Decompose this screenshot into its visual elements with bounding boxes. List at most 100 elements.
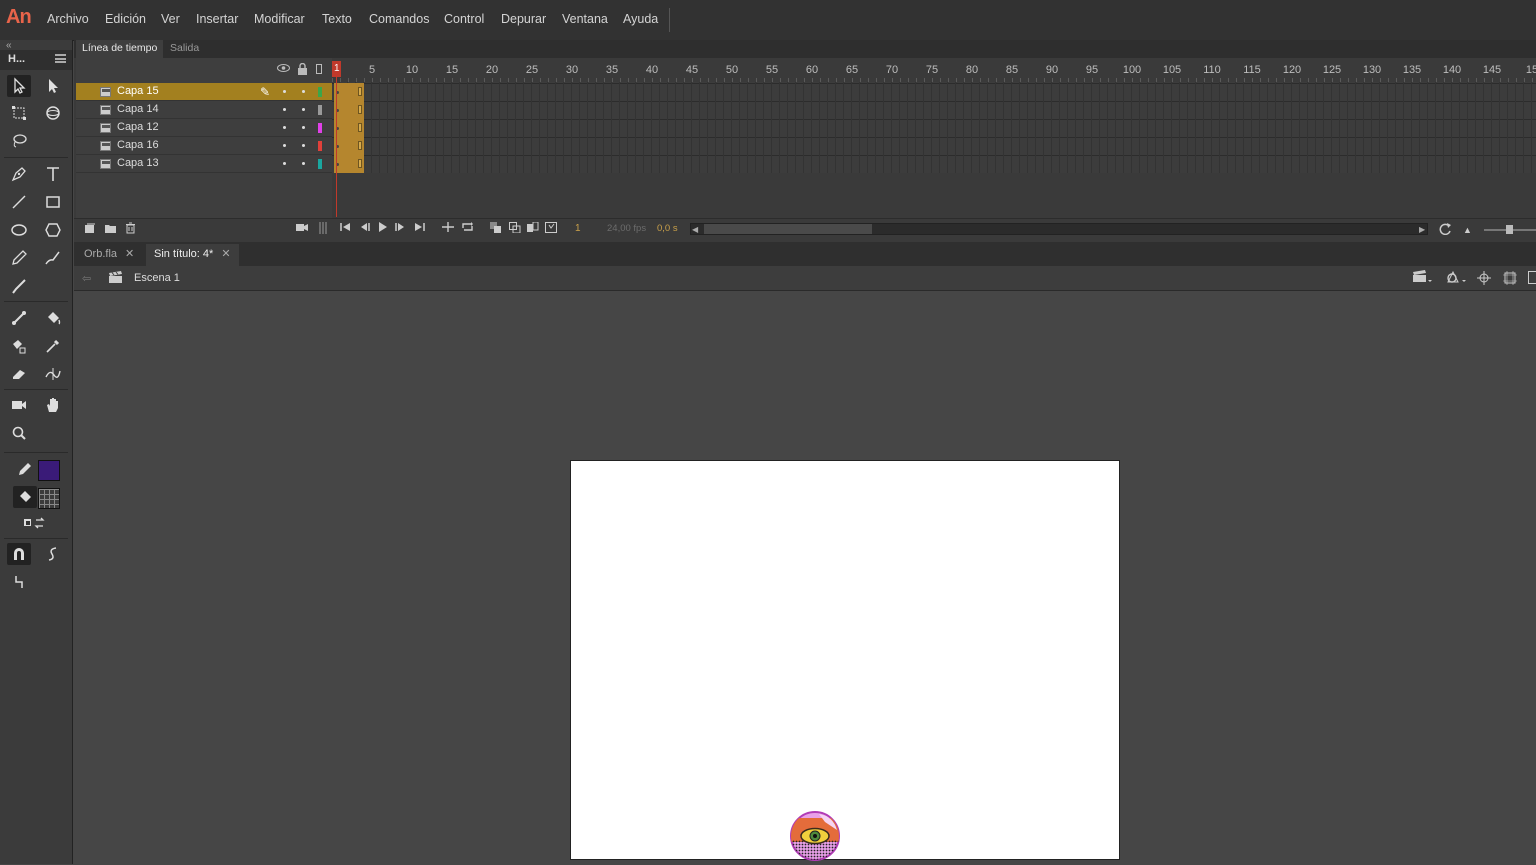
fill-color-bucket-icon[interactable] bbox=[13, 486, 37, 508]
current-frame-readout[interactable]: 1 bbox=[575, 223, 581, 234]
straighten-icon[interactable] bbox=[7, 571, 31, 593]
selection-tool-icon[interactable] bbox=[7, 75, 31, 97]
timeline-scrollbar-thumb[interactable] bbox=[704, 224, 872, 234]
lock-toggle[interactable] bbox=[302, 162, 305, 165]
layer-row[interactable]: Capa 13 bbox=[76, 155, 332, 173]
loop-playback-icon[interactable] bbox=[461, 222, 474, 236]
pencil-tool-icon[interactable] bbox=[7, 247, 31, 269]
tab-timeline[interactable]: Línea de tiempo bbox=[76, 40, 164, 58]
menu-item-4[interactable]: Modificar bbox=[254, 12, 305, 26]
layer-row[interactable]: Capa 16 bbox=[76, 137, 332, 155]
menu-item-8[interactable]: Depurar bbox=[501, 12, 546, 26]
smooth-icon[interactable] bbox=[41, 543, 65, 565]
stage-canvas[interactable] bbox=[570, 460, 1120, 860]
eyedropper-tool-icon[interactable] bbox=[41, 335, 65, 357]
menu-item-0[interactable]: Archivo bbox=[47, 12, 89, 26]
edit-scene-icon[interactable] bbox=[1412, 270, 1432, 287]
menu-item-10[interactable]: Ayuda bbox=[623, 12, 658, 26]
visibility-toggle[interactable] bbox=[283, 162, 286, 165]
refresh-view-icon[interactable] bbox=[1439, 223, 1452, 238]
ink-bottle-tool-icon[interactable] bbox=[7, 335, 31, 357]
layer-outline-color[interactable] bbox=[318, 105, 322, 115]
swap-colors-icon[interactable] bbox=[20, 512, 50, 534]
free-transform-tool-icon[interactable] bbox=[7, 102, 31, 124]
document-tab-orb[interactable]: Orb.fla ✕ bbox=[76, 244, 142, 266]
paint-bucket-tool-icon[interactable] bbox=[41, 307, 65, 329]
menu-item-2[interactable]: Ver bbox=[161, 12, 180, 26]
layer-row[interactable]: Capa 15 ✎ bbox=[76, 83, 332, 101]
zoom-tool-icon[interactable] bbox=[7, 422, 31, 444]
stroke-color-pencil-icon[interactable] bbox=[13, 458, 37, 480]
visibility-toggle[interactable] bbox=[283, 90, 286, 93]
new-layer-icon[interactable] bbox=[84, 222, 96, 238]
orb-eye-graphic[interactable] bbox=[789, 810, 841, 862]
snap-to-objects-icon[interactable] bbox=[7, 543, 31, 565]
document-tab-untitled[interactable]: Sin título: 4* ✕ bbox=[146, 244, 239, 266]
camera-toggle-icon[interactable] bbox=[296, 222, 309, 236]
show-hide-all-eye-icon[interactable] bbox=[277, 63, 290, 76]
close-tab-icon[interactable]: ✕ bbox=[125, 248, 134, 260]
3d-rotation-tool-icon[interactable] bbox=[41, 102, 65, 124]
end-frame-marker[interactable] bbox=[358, 159, 362, 168]
outline-all-icon[interactable] bbox=[316, 64, 322, 74]
width-tool-icon[interactable] bbox=[41, 363, 65, 385]
bone-tool-icon[interactable] bbox=[7, 307, 31, 329]
visibility-toggle[interactable] bbox=[283, 108, 286, 111]
camera-tool-icon[interactable] bbox=[7, 394, 31, 416]
end-frame-marker[interactable] bbox=[358, 141, 362, 150]
layer-row[interactable]: Capa 14 bbox=[76, 101, 332, 119]
go-to-last-frame-icon[interactable] bbox=[414, 222, 425, 236]
play-icon[interactable] bbox=[378, 222, 388, 236]
visibility-toggle[interactable] bbox=[283, 126, 286, 129]
lock-toggle[interactable] bbox=[302, 108, 305, 111]
edit-symbols-icon[interactable] bbox=[1445, 270, 1467, 287]
lasso-tool-icon[interactable] bbox=[7, 130, 31, 152]
stroke-color-swatch[interactable] bbox=[38, 460, 60, 481]
polystar-tool-icon[interactable] bbox=[41, 219, 65, 241]
scroll-right-icon[interactable]: ▶ bbox=[1419, 225, 1425, 234]
visibility-toggle[interactable] bbox=[283, 144, 286, 147]
menu-item-1[interactable]: Edición bbox=[105, 12, 146, 26]
collapse-timeline-icon[interactable]: ▲ bbox=[1463, 225, 1472, 235]
scroll-left-icon[interactable]: ◀ bbox=[692, 225, 698, 234]
onion-skin-icon[interactable] bbox=[490, 222, 502, 237]
lock-toggle[interactable] bbox=[302, 90, 305, 93]
new-folder-icon[interactable] bbox=[104, 222, 117, 238]
layer-outline-color[interactable] bbox=[318, 87, 322, 97]
end-frame-marker[interactable] bbox=[358, 87, 362, 96]
modify-onion-markers-icon[interactable] bbox=[545, 222, 557, 237]
lock-all-icon[interactable] bbox=[297, 62, 308, 78]
go-to-first-frame-icon[interactable] bbox=[340, 222, 351, 236]
menu-item-7[interactable]: Control bbox=[444, 12, 484, 26]
layer-outline-color[interactable] bbox=[318, 123, 322, 133]
zoom-dropdown-icon[interactable] bbox=[1528, 271, 1536, 284]
layer-outline-color[interactable] bbox=[318, 159, 322, 169]
onion-skin-outlines-icon[interactable] bbox=[509, 222, 521, 237]
layer-outline-color[interactable] bbox=[318, 141, 322, 151]
hand-tool-icon[interactable] bbox=[41, 394, 65, 416]
end-frame-marker[interactable] bbox=[358, 105, 362, 114]
center-stage-icon[interactable] bbox=[1477, 271, 1491, 288]
end-frame-marker[interactable] bbox=[358, 123, 362, 132]
menu-item-6[interactable]: Comandos bbox=[369, 12, 429, 26]
tab-output[interactable]: Salida bbox=[164, 40, 205, 58]
step-back-frame-icon[interactable] bbox=[359, 222, 370, 236]
elapsed-time-readout[interactable]: 0,0 s bbox=[657, 223, 678, 234]
clip-content-icon[interactable] bbox=[1503, 271, 1517, 288]
brush-tool-icon[interactable] bbox=[7, 275, 31, 297]
lock-toggle[interactable] bbox=[302, 126, 305, 129]
menu-item-3[interactable]: Insertar bbox=[196, 12, 238, 26]
text-tool-icon[interactable] bbox=[41, 163, 65, 185]
step-forward-frame-icon[interactable] bbox=[395, 222, 406, 236]
paint-brush-tool-icon[interactable] bbox=[41, 247, 65, 269]
frame-zoom-slider-handle[interactable] bbox=[1506, 225, 1513, 234]
fill-color-swatch[interactable] bbox=[38, 488, 60, 509]
delete-layer-icon[interactable] bbox=[125, 222, 136, 238]
lock-toggle[interactable] bbox=[302, 144, 305, 147]
panel-menu-icon[interactable] bbox=[55, 54, 66, 63]
frames-grid[interactable] bbox=[332, 82, 1536, 173]
frame-rate-readout[interactable]: 24,00 fps bbox=[607, 223, 646, 234]
line-tool-icon[interactable] bbox=[7, 191, 31, 213]
oval-tool-icon[interactable] bbox=[7, 219, 31, 241]
subselection-tool-icon[interactable] bbox=[41, 75, 65, 97]
